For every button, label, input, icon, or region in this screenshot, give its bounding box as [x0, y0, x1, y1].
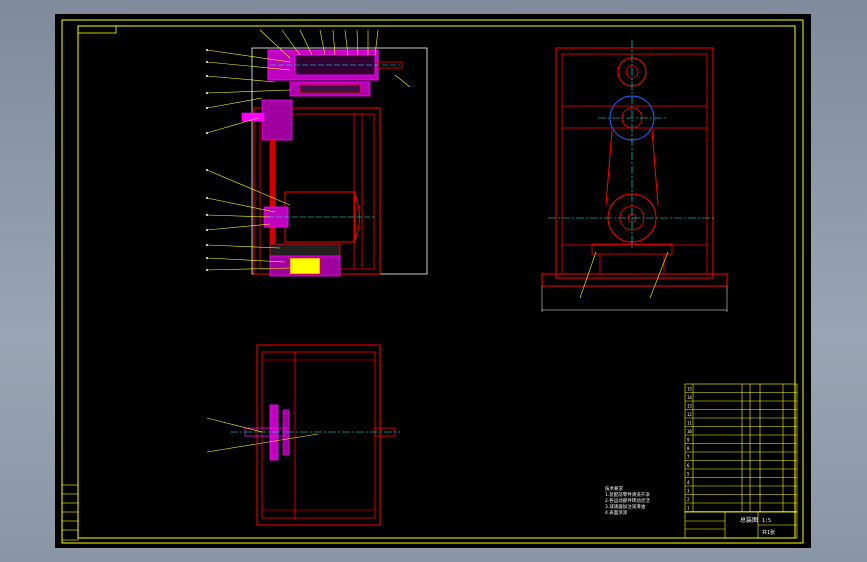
parts-list-row-number: 11 — [687, 421, 692, 426]
drawing-number-box — [77, 25, 117, 34]
parts-list-row-number: 1 — [687, 506, 690, 511]
parts-list-row-number: 13 — [687, 404, 692, 409]
revision-block — [61, 484, 79, 541]
top-view — [206, 344, 400, 526]
drawing-name-label: 总装图 — [740, 516, 758, 524]
parts-list — [684, 383, 798, 513]
technical-note-line: 2.各运动部件转动灵活 — [605, 497, 650, 504]
inner-border — [77, 25, 796, 539]
parts-list-rows: 15 14 13 12 11 10 9 8 7 6 5 4 3 2 1 — [685, 387, 797, 512]
scale-label: 1:5 — [762, 518, 771, 524]
parts-list-row-number: 14 — [687, 395, 692, 400]
parts-list-row-number: 15 — [687, 387, 692, 392]
parts-list-row-number: 6 — [687, 463, 690, 468]
title-block — [684, 511, 798, 539]
technical-note-line: 3.减速器加注润滑油 — [605, 503, 646, 510]
technical-notes: 技术要求1.装配前零件清洗干净2.各运动部件转动灵活3.减速器加注润滑油4.表面… — [605, 485, 650, 516]
sheet-label: 共1张 — [762, 529, 775, 536]
parts-list-row-number: 4 — [687, 480, 690, 485]
parts-list-row-number: 8 — [687, 446, 690, 451]
parts-list-row-number: 7 — [687, 455, 690, 460]
parts-list-row-number: 2 — [687, 497, 690, 502]
front-section-view — [206, 29, 428, 277]
parts-list-row-number: 10 — [687, 429, 692, 434]
parts-list-row-number: 5 — [687, 472, 690, 477]
technical-note-line: 4.表面涂漆 — [605, 509, 628, 516]
parts-list-row-number: 9 — [687, 438, 690, 443]
technical-note-line: 1.装配前零件清洗干净 — [605, 491, 650, 498]
cad-drawing: 15 14 13 12 11 10 9 8 7 6 5 4 3 2 1 技术要求1.装配前零件清洗干净2.各… — [61, 19, 804, 544]
parts-list-row-number: 3 — [687, 489, 690, 494]
side-view — [541, 40, 728, 312]
outer-border — [61, 19, 804, 544]
parts-list-row-number: 12 — [687, 412, 692, 417]
technical-note-line: 技术要求 — [605, 485, 623, 492]
